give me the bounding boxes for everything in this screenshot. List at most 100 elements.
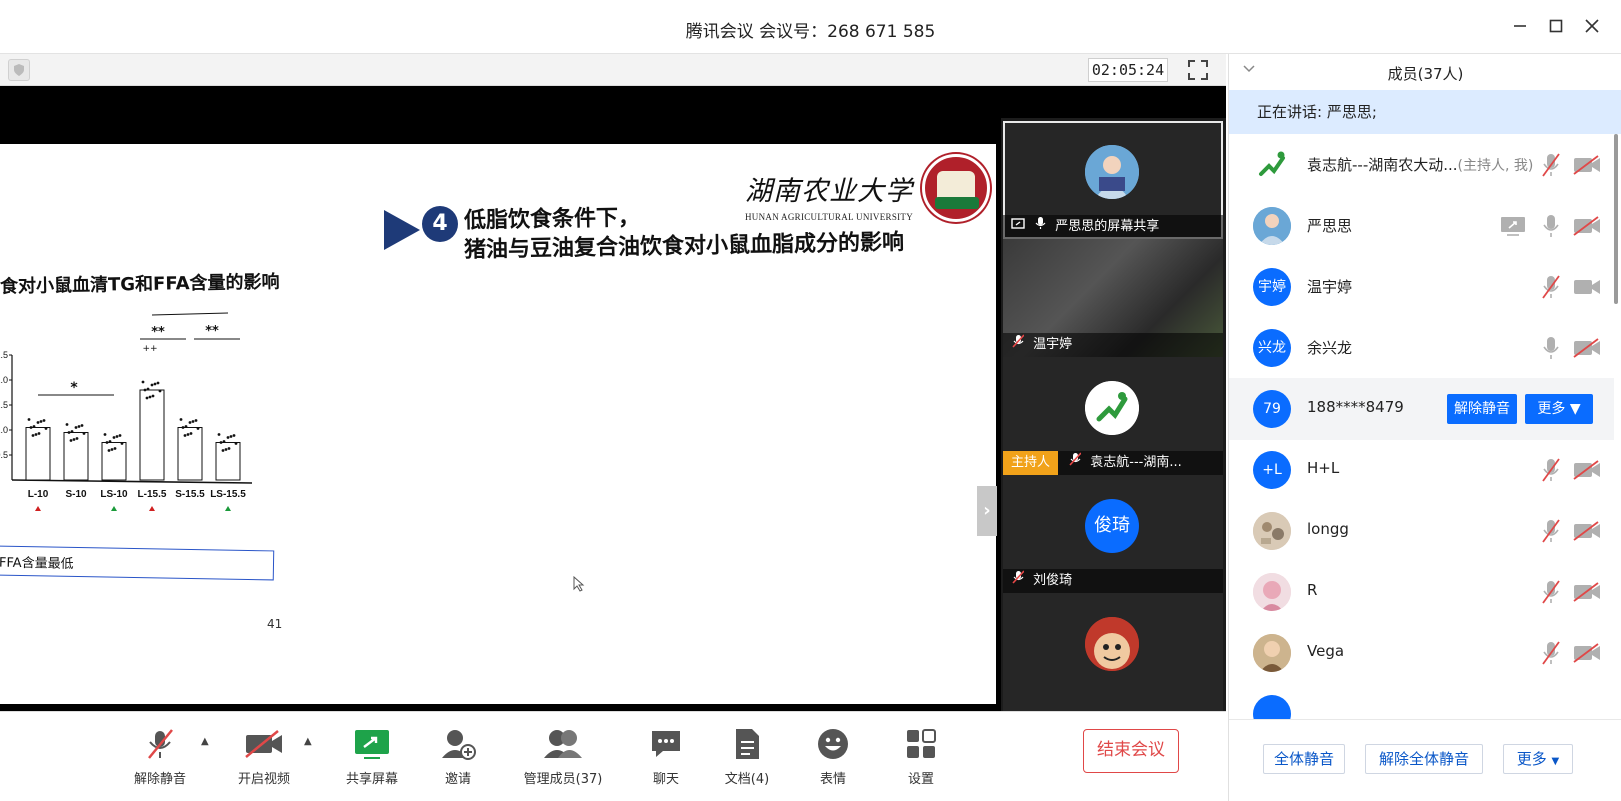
- member-row[interactable]: +L H+L: [1229, 439, 1614, 501]
- video-tile-label: 刘俊琦: [1033, 573, 1073, 588]
- mic-on-icon[interactable]: [1541, 335, 1561, 361]
- members-title: 成员(37人): [1387, 65, 1464, 83]
- data-point: [29, 426, 33, 429]
- start-video-button[interactable]: 开启视频: [232, 726, 296, 787]
- data-point: [229, 435, 233, 438]
- audio-options-caret-icon[interactable]: ▲: [201, 736, 209, 747]
- mic-muted-icon[interactable]: [1541, 152, 1561, 178]
- video-tile-screen-share[interactable]: 严思思的屏幕共享: [1003, 121, 1223, 239]
- data-point: [234, 442, 238, 445]
- data-point: [32, 425, 36, 428]
- avatar: [1253, 512, 1291, 550]
- member-row[interactable]: Vega: [1229, 622, 1614, 684]
- member-row[interactable]: longg: [1229, 500, 1614, 562]
- member-unmute-button[interactable]: 解除静音: [1447, 394, 1517, 424]
- slide-title-line2: 猪油与豆油复合油饮食对小鼠血脂成分的影响: [463, 230, 905, 263]
- member-row[interactable]: 79 188****8479 解除静音 更多 ▼: [1229, 378, 1614, 440]
- unmute-button[interactable]: 解除静音: [128, 726, 192, 787]
- data-point: [179, 418, 183, 421]
- window-title: 腾讯会议 会议号：268 671 585: [685, 22, 936, 42]
- video-tile-host[interactable]: 主持人 袁志航---湖南...: [1003, 357, 1223, 475]
- chat-button[interactable]: 聊天: [644, 726, 688, 787]
- end-meeting-button[interactable]: 结束会议: [1083, 729, 1179, 773]
- data-point: [181, 426, 185, 429]
- mic-on-icon[interactable]: [1541, 213, 1561, 239]
- member-row[interactable]: R: [1229, 561, 1614, 623]
- data-point: [146, 387, 150, 391]
- minimize-icon[interactable]: [1506, 14, 1534, 42]
- camera-off-icon[interactable]: [1573, 216, 1601, 236]
- avatar: 俊琦: [1085, 499, 1139, 553]
- x-tick-label: S-10: [65, 489, 87, 500]
- dropdown-caret-icon: ▼: [1551, 756, 1560, 767]
- member-name: Vega: [1307, 642, 1345, 660]
- members-footer: 全体静音 解除全体静音 更多 ▼: [1229, 719, 1621, 801]
- host-avatar-icon: [1085, 381, 1139, 435]
- member-more-button[interactable]: 更多 ▼: [1525, 394, 1593, 424]
- collapse-video-panel-button[interactable]: ›: [977, 486, 997, 536]
- unmute-all-button[interactable]: 解除全体静音: [1365, 744, 1483, 774]
- camera-off-icon[interactable]: [1573, 460, 1601, 480]
- mute-all-button[interactable]: 全体静音: [1263, 744, 1345, 774]
- security-shield-icon[interactable]: [8, 59, 30, 81]
- indicator-arrow: [111, 506, 117, 511]
- x-tick-label: LS-10: [100, 489, 128, 500]
- video-options-caret-icon[interactable]: ▲: [304, 736, 312, 747]
- y-tick-label: 2.5: [0, 350, 8, 360]
- mic-muted-icon[interactable]: [1541, 274, 1561, 300]
- data-point: [110, 448, 114, 451]
- settings-button[interactable]: 设置: [899, 726, 943, 787]
- data-point: [107, 449, 111, 452]
- mic-muted-icon[interactable]: [1541, 518, 1561, 544]
- university-logo-text: 湖南农业大学: [745, 176, 913, 207]
- member-row[interactable]: [1229, 683, 1614, 719]
- camera-off-icon[interactable]: [1573, 155, 1601, 175]
- manage-members-button[interactable]: 管理成员(37): [513, 726, 613, 787]
- member-row[interactable]: 宇婷 温宇婷: [1229, 256, 1614, 318]
- data-point: [227, 447, 231, 450]
- mic-muted-icon[interactable]: [1541, 457, 1561, 483]
- data-point: [183, 434, 187, 437]
- meeting-timer: 02:05:24: [1088, 58, 1168, 82]
- emoji-label: 表情: [819, 772, 846, 787]
- emoji-button[interactable]: 表情: [811, 726, 855, 787]
- data-point: [115, 435, 119, 438]
- data-point: [105, 441, 109, 444]
- invite-button[interactable]: 邀请: [433, 726, 483, 787]
- avatar: 宇婷: [1253, 268, 1291, 306]
- camera-off-icon[interactable]: [1573, 643, 1601, 663]
- mic-muted-icon[interactable]: [1541, 579, 1561, 605]
- y-tick-label: 1.0: [0, 425, 8, 435]
- video-tile-bar: 主持人 袁志航---湖南...: [1003, 451, 1223, 475]
- chart-title: 食对小鼠血清TG和FFA含量的影响: [0, 271, 280, 298]
- video-tile-liujunqi[interactable]: 俊琦 刘俊琦: [1003, 475, 1223, 593]
- data-point: [31, 434, 35, 437]
- close-icon[interactable]: [1578, 14, 1606, 42]
- slide-note: FFA含量最低: [0, 555, 74, 572]
- camera-off-icon[interactable]: [1573, 521, 1601, 541]
- mic-muted-icon[interactable]: [1541, 640, 1561, 666]
- member-row[interactable]: 兴龙 余兴龙: [1229, 317, 1614, 379]
- emoji-icon: [818, 729, 848, 759]
- avatar: +L: [1253, 451, 1291, 489]
- title-bar: 腾讯会议 会议号：268 671 585: [0, 0, 1621, 54]
- camera-on-icon[interactable]: [1573, 277, 1601, 297]
- bar: [177, 427, 203, 481]
- data-point: [27, 418, 31, 421]
- member-name: longg: [1307, 520, 1349, 538]
- member-row[interactable]: 严思思: [1229, 195, 1614, 257]
- significance-label: **: [151, 325, 165, 340]
- camera-off-icon[interactable]: [1573, 338, 1601, 358]
- maximize-icon[interactable]: [1542, 14, 1570, 42]
- documents-button[interactable]: 文档(4): [722, 726, 772, 787]
- members-more-button[interactable]: 更多 ▼: [1503, 744, 1573, 774]
- fullscreen-icon[interactable]: [1186, 58, 1210, 82]
- member-row[interactable]: 袁志航---湖南农大动...(主持人, 我): [1229, 134, 1614, 196]
- meeting-top-bar: 02:05:24: [0, 54, 1226, 86]
- bar-chart: 2.5 2.0 1.5 1.0 0.5 L-10 S-10 LS-10 L-15.5 S-15.5…: [0, 309, 253, 511]
- video-tile-wenyuting[interactable]: 温宇婷: [1003, 239, 1223, 357]
- members-scrollbar[interactable]: [1614, 134, 1618, 304]
- avatar: [1253, 573, 1291, 611]
- camera-off-icon[interactable]: [1573, 582, 1601, 602]
- share-screen-button[interactable]: 共享屏幕: [337, 726, 407, 787]
